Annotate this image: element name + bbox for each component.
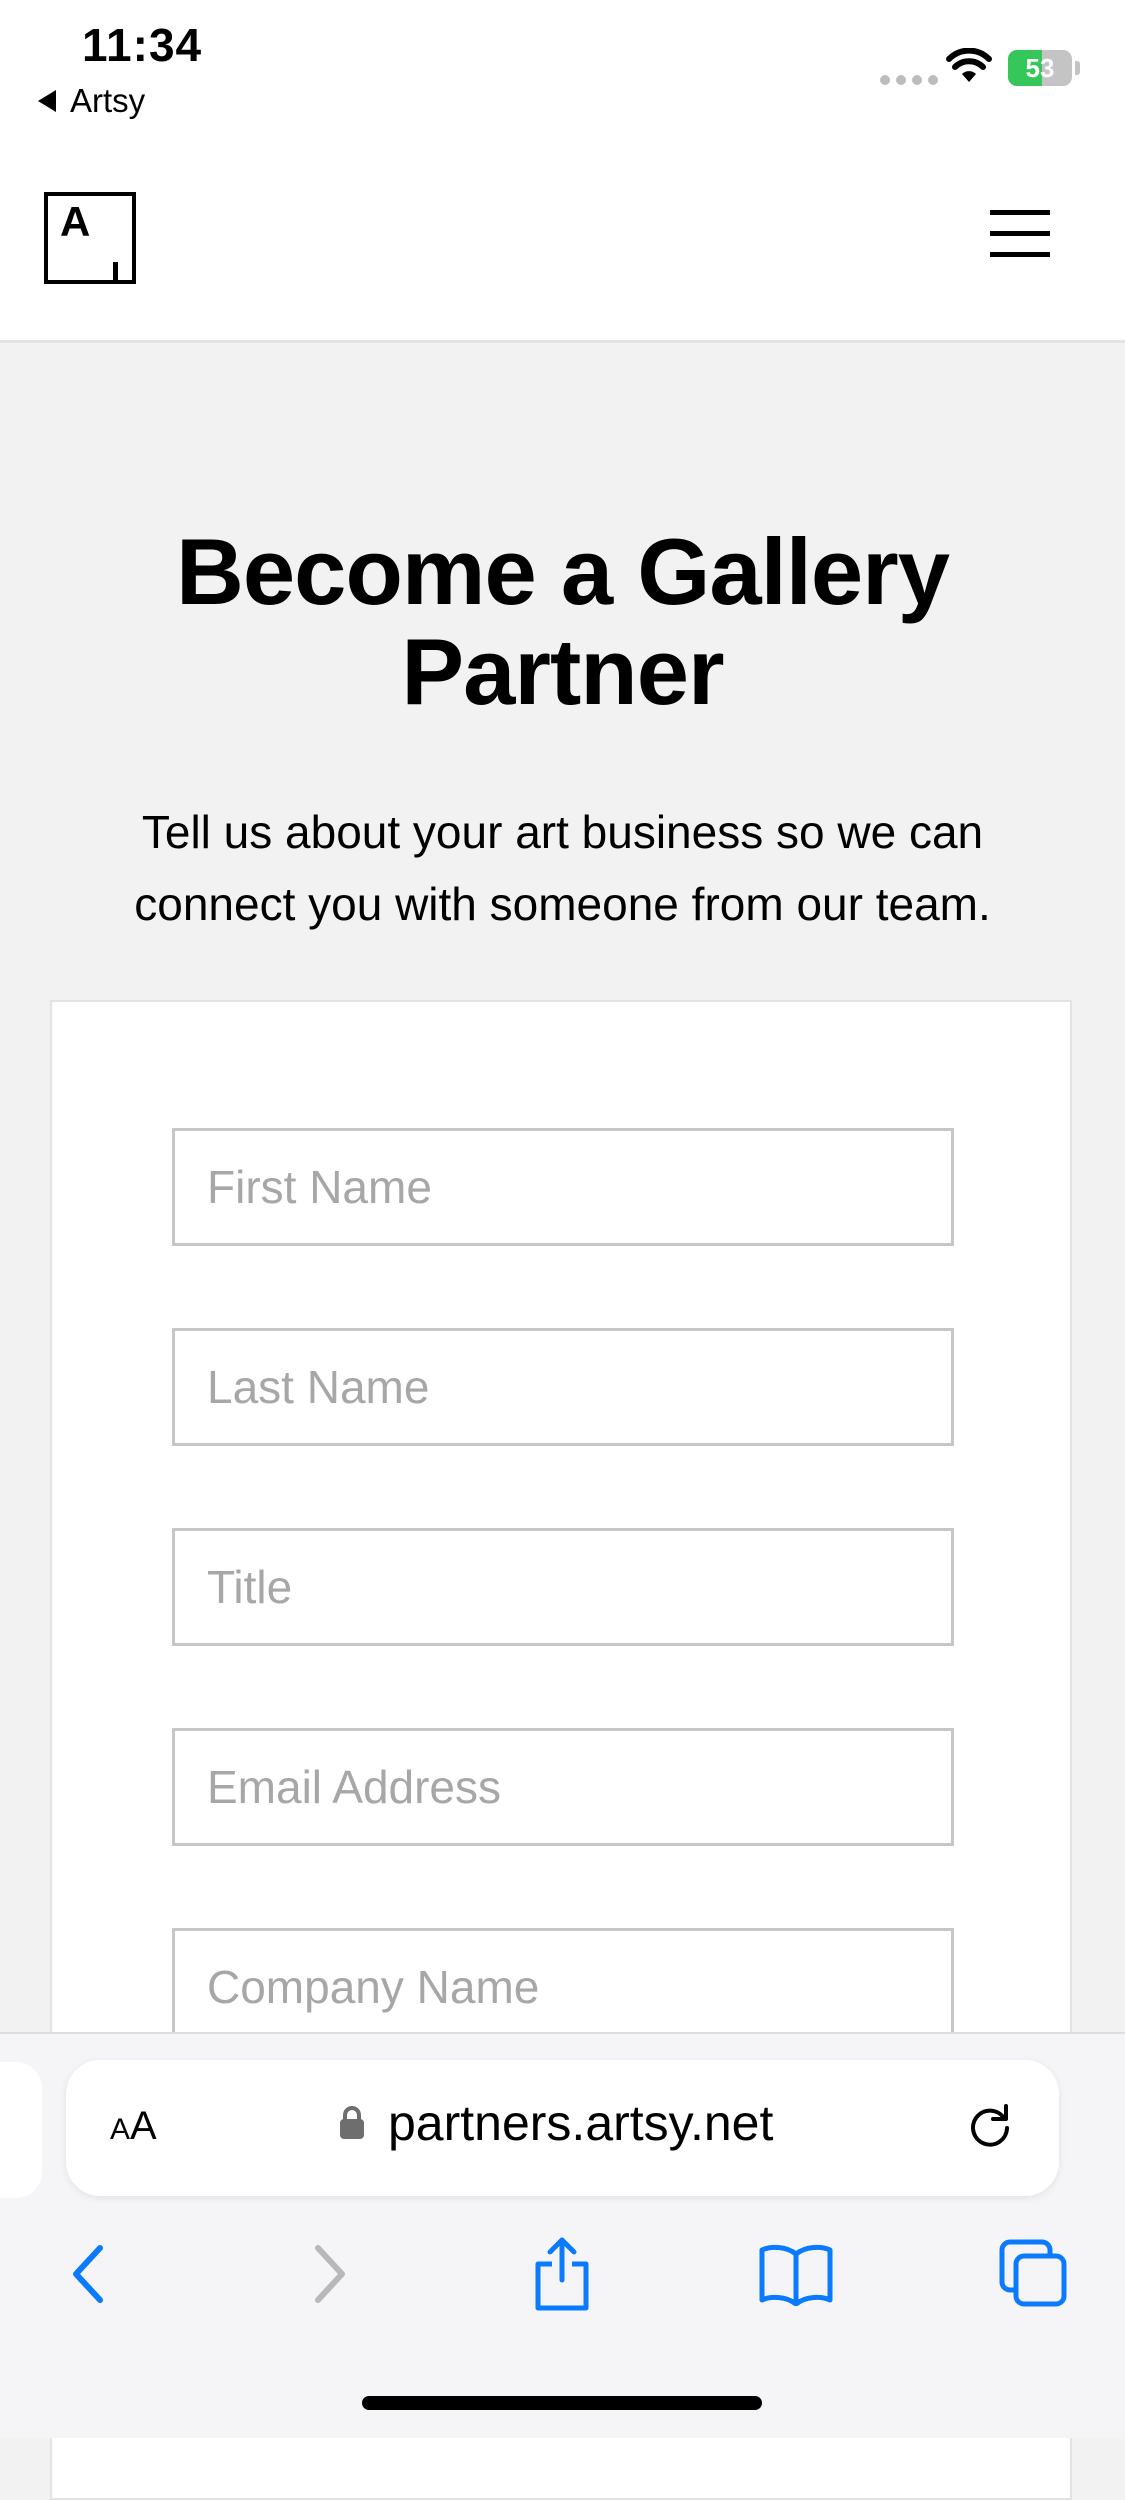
- wifi-icon: [946, 48, 992, 82]
- battery-cap: [1075, 61, 1080, 75]
- logo-letter: A: [60, 198, 91, 245]
- browser-toolbar: AA partners.artsy.net: [0, 2032, 1125, 2438]
- address-bar[interactable]: AA partners.artsy.net: [66, 2060, 1059, 2196]
- previous-tab-peek[interactable]: [0, 2062, 42, 2198]
- bookmarks-icon[interactable]: [756, 2234, 836, 2314]
- back-to-app-link[interactable]: Artsy: [38, 82, 145, 120]
- aa-large: A: [130, 2104, 157, 2148]
- home-indicator: [362, 2396, 762, 2410]
- first-name-field[interactable]: [172, 1128, 954, 1246]
- url-text: partners.artsy.net: [388, 2095, 774, 2151]
- reload-icon[interactable]: [962, 2098, 1018, 2154]
- back-app-label: Artsy: [70, 82, 146, 119]
- share-icon[interactable]: [522, 2234, 602, 2314]
- status-time: 11:34: [82, 19, 203, 71]
- last-name-input[interactable]: [175, 1331, 951, 1443]
- page-title: Become a Gallery Partner: [176, 519, 950, 724]
- artsy-logo[interactable]: A: [44, 192, 136, 284]
- company-name-input[interactable]: [175, 1931, 951, 2043]
- status-bar: 11:34 Artsy 53: [0, 0, 1125, 140]
- email-input[interactable]: [175, 1731, 951, 1843]
- tabs-icon[interactable]: [994, 2234, 1074, 2314]
- battery-icon: 53: [1008, 50, 1072, 86]
- forward-arrow-icon[interactable]: [290, 2234, 370, 2314]
- aa-small: A: [110, 2113, 131, 2146]
- email-field[interactable]: [172, 1728, 954, 1846]
- url-display[interactable]: partners.artsy.net: [338, 2094, 773, 2152]
- cellular-dots-icon: [880, 75, 938, 85]
- first-name-input[interactable]: [175, 1131, 951, 1243]
- title-input[interactable]: [175, 1531, 951, 1643]
- lock-icon: [340, 2106, 364, 2139]
- logo-notch: [113, 262, 118, 280]
- last-name-field[interactable]: [172, 1328, 954, 1446]
- title-field[interactable]: [172, 1528, 954, 1646]
- page-subtitle: Tell us about your art business so we ca…: [134, 806, 991, 930]
- battery-percent: 53: [1025, 53, 1055, 83]
- hamburger-icon[interactable]: [990, 210, 1050, 258]
- company-name-field[interactable]: [172, 1928, 954, 2046]
- reader-settings-button[interactable]: AA: [110, 2104, 157, 2149]
- site-header: A: [0, 140, 1125, 343]
- back-triangle-icon: [38, 90, 56, 112]
- back-arrow-icon[interactable]: [48, 2234, 128, 2314]
